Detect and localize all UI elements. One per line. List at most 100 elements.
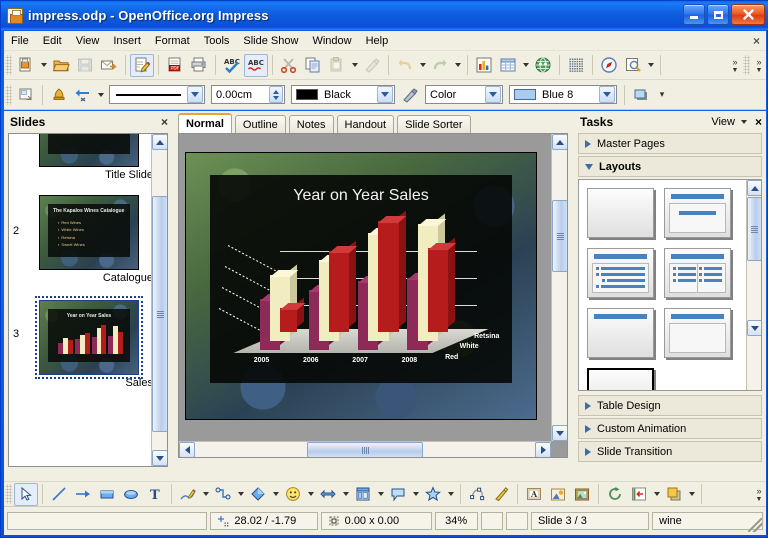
line-color-chevron-down-icon[interactable] bbox=[377, 86, 393, 103]
bar-2007-retsina[interactable] bbox=[378, 221, 398, 332]
bell-highlight-icon[interactable] bbox=[47, 83, 71, 106]
bar-2005-retsina[interactable] bbox=[280, 308, 297, 332]
arrange-dropdown-chevron-down-icon[interactable] bbox=[686, 483, 697, 506]
tasks-section-custom-animation[interactable]: Custom Animation bbox=[578, 418, 762, 439]
arrow-cursor-icon[interactable] bbox=[14, 483, 38, 506]
ellipse-icon[interactable] bbox=[119, 483, 143, 506]
fontwork-a-icon[interactable]: A bbox=[522, 483, 546, 506]
image-from-file-icon[interactable] bbox=[546, 483, 570, 506]
tasks-section-layouts[interactable]: Layouts bbox=[578, 156, 762, 177]
arrow-icon[interactable] bbox=[71, 483, 95, 506]
clipboard-icon[interactable] bbox=[325, 54, 349, 77]
tab-notes[interactable]: Notes bbox=[289, 115, 334, 133]
canvas-scroll-left-button[interactable] bbox=[179, 442, 195, 458]
callout-bubble-icon[interactable] bbox=[386, 483, 410, 506]
block-arrow-icon[interactable] bbox=[316, 483, 340, 506]
connector-dropdown-chevron-down-icon[interactable] bbox=[235, 483, 246, 506]
menu-slide-show[interactable]: Slide Show bbox=[236, 33, 305, 49]
bar-chart-icon[interactable] bbox=[472, 54, 496, 77]
line-icon[interactable] bbox=[47, 483, 71, 506]
zoom-dropdown-chevron-down-icon[interactable] bbox=[645, 54, 656, 77]
compass-icon[interactable] bbox=[597, 54, 621, 77]
copy-pages-icon[interactable] bbox=[301, 54, 325, 77]
toolbar2-grip[interactable] bbox=[5, 85, 12, 105]
slide-thumbnail-2[interactable]: The Kapalos Wines Catalogue Red Wines Wh… bbox=[39, 195, 139, 270]
area-style-chevron-down-icon[interactable] bbox=[485, 86, 501, 103]
table-dropdown-chevron-down-icon[interactable] bbox=[520, 54, 531, 77]
symbol-shapes-dropdown-chevron-down-icon[interactable] bbox=[305, 483, 316, 506]
scissors-icon[interactable] bbox=[277, 54, 301, 77]
area-fill-combo[interactable]: Blue 8 bbox=[509, 85, 617, 104]
dotted-grid-icon[interactable] bbox=[564, 54, 588, 77]
menu-help[interactable]: Help bbox=[359, 33, 396, 49]
canvas-hscroll-thumb[interactable] bbox=[307, 442, 423, 458]
pencil-document-icon[interactable] bbox=[130, 54, 154, 77]
layout-title-bullets[interactable] bbox=[587, 248, 654, 298]
block-arrows-dropdown-chevron-down-icon[interactable] bbox=[340, 483, 351, 506]
menu-window[interactable]: Window bbox=[305, 33, 358, 49]
line-style-combo[interactable] bbox=[109, 85, 205, 104]
minimize-button[interactable] bbox=[683, 4, 705, 25]
canvas-vscroll-thumb[interactable] bbox=[552, 200, 568, 272]
tasks-view-menu[interactable]: View bbox=[711, 116, 735, 128]
open-folder-icon[interactable] bbox=[49, 54, 73, 77]
slides-panel-scrollbar[interactable] bbox=[151, 134, 167, 466]
slides-list[interactable]: Kapalos FineBackblock Vineyards Title Sl… bbox=[8, 133, 168, 467]
layout-title-two-content[interactable] bbox=[664, 248, 731, 298]
flowchart-dropdown-chevron-down-icon[interactable] bbox=[375, 483, 386, 506]
align-left-icon[interactable] bbox=[627, 483, 651, 506]
arrow-style-dropdown-chevron-down-icon[interactable] bbox=[95, 83, 106, 106]
scroll-up-button[interactable] bbox=[152, 134, 168, 150]
list-item[interactable]: 2 The Kapalos Wines Catalogue Red Wines … bbox=[11, 195, 153, 270]
layouts-scroll-up-button[interactable] bbox=[747, 180, 762, 196]
arrange-bring-icon[interactable] bbox=[662, 483, 686, 506]
redo-arrow-icon[interactable] bbox=[428, 54, 452, 77]
rectangle-icon[interactable] bbox=[95, 483, 119, 506]
rotate-icon[interactable] bbox=[603, 483, 627, 506]
list-item[interactable]: 3 Year on Year Sales bbox=[11, 300, 153, 375]
diamond-shape-icon[interactable] bbox=[246, 483, 270, 506]
curve-dropdown-chevron-down-icon[interactable] bbox=[200, 483, 211, 506]
pdf-icon[interactable]: PDF bbox=[163, 54, 187, 77]
year-on-year-sales-chart[interactable]: 2005 2006 2007 2008 Red White Retsina bbox=[216, 227, 506, 377]
paintbrush-icon[interactable] bbox=[360, 54, 384, 77]
canvas-scroll-up-button[interactable] bbox=[552, 134, 568, 150]
abc-underline-icon[interactable]: ABC bbox=[244, 54, 268, 77]
printer-icon[interactable] bbox=[187, 54, 211, 77]
menu-edit[interactable]: Edit bbox=[36, 33, 69, 49]
new-dropdown-chevron-down-icon[interactable] bbox=[38, 54, 49, 77]
bar-2008-retsina[interactable] bbox=[428, 248, 448, 332]
tab-slide-sorter[interactable]: Slide Sorter bbox=[397, 115, 470, 133]
smiley-icon[interactable] bbox=[281, 483, 305, 506]
undo-dropdown-chevron-down-icon[interactable] bbox=[417, 54, 428, 77]
slide-thumbnail-3[interactable]: Year on Year Sales bbox=[39, 300, 139, 375]
glue-points-icon[interactable] bbox=[489, 483, 513, 506]
layout-title-only[interactable] bbox=[587, 308, 654, 358]
tab-handout[interactable]: Handout bbox=[337, 115, 395, 133]
slide-setup-icon[interactable] bbox=[14, 83, 38, 106]
tasks-section-master-pages[interactable]: Master Pages bbox=[578, 133, 762, 154]
canvas-scroll-down-button[interactable] bbox=[552, 425, 568, 441]
close-document-button[interactable]: × bbox=[753, 34, 760, 48]
arrow-style-icon[interactable] bbox=[71, 83, 95, 106]
status-zoom[interactable]: 34% bbox=[435, 512, 478, 530]
layout-blank-slide[interactable] bbox=[587, 188, 654, 238]
magnifier-page-icon[interactable] bbox=[621, 54, 645, 77]
toolbar-grip[interactable] bbox=[5, 55, 12, 75]
shadow-toggle-icon[interactable] bbox=[629, 83, 653, 106]
menu-view[interactable]: View bbox=[69, 33, 107, 49]
gallery-picture-icon[interactable] bbox=[570, 483, 594, 506]
globe-image-icon[interactable] bbox=[531, 54, 555, 77]
area-style-combo[interactable]: Color bbox=[425, 85, 503, 104]
floppy-save-icon[interactable] bbox=[73, 54, 97, 77]
layout-blank-selected[interactable] bbox=[587, 368, 654, 391]
drawbar-grip[interactable] bbox=[5, 484, 12, 504]
standard-toolbar-overflow[interactable]: » ▼ bbox=[728, 52, 742, 78]
callouts-dropdown-chevron-down-icon[interactable] bbox=[410, 483, 421, 506]
toolbar-grip-right[interactable] bbox=[743, 55, 750, 75]
basic-shapes-dropdown-chevron-down-icon[interactable] bbox=[270, 483, 281, 506]
alignment-dropdown-chevron-down-icon[interactable] bbox=[651, 483, 662, 506]
curve-pencil-icon[interactable] bbox=[176, 483, 200, 506]
line-width-field[interactable]: 0.00cm bbox=[211, 85, 285, 104]
drawing-toolbar-overflow[interactable]: » ▼ bbox=[752, 481, 766, 507]
